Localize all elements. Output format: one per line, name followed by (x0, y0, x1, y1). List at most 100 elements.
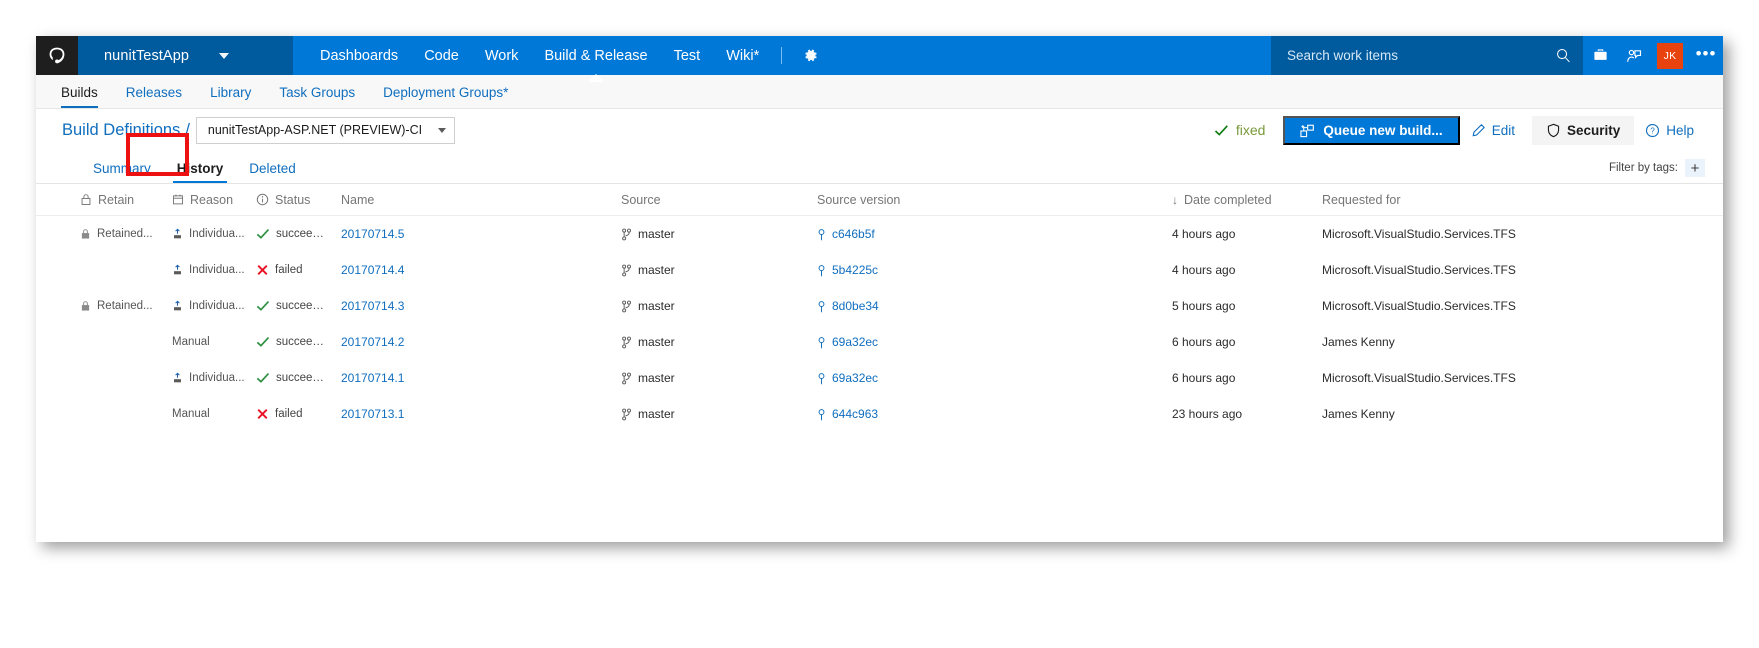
branch-icon (621, 264, 632, 277)
build-name-link[interactable]: 20170714.4 (341, 263, 404, 277)
svg-text:?: ? (1651, 126, 1656, 135)
table-row[interactable]: Manual succee… 20170714.2 master 69a32ec 6 ho… (36, 324, 1723, 360)
column-header-reason[interactable]: Reason (172, 193, 256, 207)
cell-date-completed: 23 hours ago (1172, 407, 1322, 421)
build-definition-picker[interactable]: nunitTestApp-ASP.NET (PREVIEW)-CI (195, 116, 456, 144)
cell-source-version: 69a32ec (817, 335, 1172, 349)
azure-devops-logo-icon (47, 46, 67, 66)
hub-item-deployment-groups[interactable]: Deployment Groups* (369, 85, 522, 108)
nav-item-wiki[interactable]: Wiki* (713, 36, 772, 75)
hub-item-task-groups[interactable]: Task Groups (265, 85, 369, 108)
cell-requested-for: Microsoft.VisualStudio.Services.TFS (1322, 299, 1723, 313)
table-row[interactable]: Individua... failed 20170714.4 master 5b4225… (36, 252, 1723, 288)
table-row[interactable]: Retained... Individua... succee… 20170714.3… (36, 288, 1723, 324)
column-header-source[interactable]: Source (621, 193, 817, 207)
nav-item-build-release[interactable]: Build & Release (531, 36, 660, 75)
commit-link[interactable]: c646b5f (832, 227, 875, 241)
cell-date-completed: 5 hours ago (1172, 299, 1322, 313)
cell-name: 20170714.4 (341, 263, 621, 277)
help-button[interactable]: ? Help (1634, 116, 1705, 145)
avatar[interactable]: JK (1657, 42, 1683, 69)
tab-summary[interactable]: Summary (80, 161, 164, 183)
table-row[interactable]: Retained... Individua... succee… 20170714.5… (36, 216, 1723, 252)
hub-item-builds[interactable]: Builds (53, 85, 112, 108)
cell-name: 20170714.1 (341, 371, 621, 385)
column-header-source-version[interactable]: Source version (817, 193, 1172, 207)
global-navigation-bar: nunitTestApp Dashboards Code Work Build … (36, 36, 1723, 75)
cell-status: failed (256, 264, 341, 276)
requested-for-label: James Kenny (1322, 407, 1395, 421)
build-name-link[interactable]: 20170713.1 (341, 407, 404, 421)
plus-icon[interactable]: + (1685, 159, 1705, 177)
cell-retain: Retained... (80, 300, 172, 312)
security-button[interactable]: Security (1531, 115, 1635, 145)
cell-reason: Individua... (172, 372, 256, 384)
reason-label: Individua... (189, 228, 245, 240)
commit-link[interactable]: 8d0be34 (832, 299, 879, 313)
commit-link[interactable]: 644c963 (832, 407, 878, 421)
hub-item-library[interactable]: Library (196, 85, 265, 108)
build-name-link[interactable]: 20170714.1 (341, 371, 404, 385)
commit-link[interactable]: 69a32ec (832, 371, 878, 385)
settings-button[interactable] (791, 36, 830, 75)
reason-label: Individua... (189, 372, 245, 384)
screenshot-root: nunitTestApp Dashboards Code Work Build … (0, 0, 1759, 648)
commit-link[interactable]: 5b4225c (832, 263, 878, 277)
edit-button[interactable]: Edit (1460, 116, 1526, 145)
upload-ci-icon (172, 300, 183, 312)
column-header-name[interactable]: Name (341, 193, 621, 207)
builds-history-grid: Retain Reason Status Name Source Source … (36, 184, 1723, 432)
feedback-button[interactable] (1617, 36, 1651, 75)
commit-icon (817, 336, 826, 349)
upload-ci-icon (172, 372, 183, 384)
source-branch-label: master (638, 263, 675, 277)
breadcrumb-build-definitions-link[interactable]: Build Definitions (62, 121, 180, 140)
commit-icon (817, 228, 826, 241)
gear-icon (802, 47, 819, 64)
marketplace-button[interactable] (1583, 36, 1617, 75)
branch-icon (621, 228, 632, 241)
azure-devops-logo-button[interactable] (36, 36, 78, 75)
more-options-button[interactable]: ••• (1689, 36, 1723, 75)
nav-item-work[interactable]: Work (472, 36, 532, 75)
commit-icon (817, 300, 826, 313)
reason-label: Individua... (189, 300, 245, 312)
cell-source-version: 69a32ec (817, 371, 1172, 385)
cell-date-completed: 6 hours ago (1172, 335, 1322, 349)
table-row[interactable]: Individua... succee… 20170714.1 master 69a32… (36, 360, 1723, 396)
date-completed-label: 4 hours ago (1172, 263, 1236, 277)
tab-history[interactable]: History (164, 161, 237, 183)
column-header-requested-for[interactable]: Requested for (1322, 193, 1723, 207)
project-selector[interactable]: nunitTestApp (78, 36, 293, 75)
build-name-link[interactable]: 20170714.3 (341, 299, 404, 313)
column-header-retain[interactable]: Retain (80, 193, 172, 207)
date-completed-label: 6 hours ago (1172, 371, 1236, 385)
lock-icon (80, 228, 91, 240)
cell-date-completed: 4 hours ago (1172, 227, 1322, 241)
table-row[interactable]: Manual failed 20170713.1 master 644c963 23 ho… (36, 396, 1723, 432)
search-submit-button[interactable] (1543, 36, 1583, 75)
requested-for-label: Microsoft.VisualStudio.Services.TFS (1322, 371, 1516, 385)
search-box[interactable] (1271, 36, 1543, 75)
date-completed-label: 5 hours ago (1172, 299, 1236, 313)
upload-ci-icon (172, 228, 183, 240)
filter-by-tags: Filter by tags: + (1609, 159, 1705, 177)
build-name-link[interactable]: 20170714.5 (341, 227, 404, 241)
commit-link[interactable]: 69a32ec (832, 335, 878, 349)
status-label: failed (275, 408, 303, 420)
search-input[interactable] (1285, 47, 1543, 64)
queue-new-build-button[interactable]: Queue new build... (1283, 115, 1460, 145)
nav-item-dashboards[interactable]: Dashboards (307, 36, 411, 75)
build-name-link[interactable]: 20170714.2 (341, 335, 404, 349)
pencil-icon (1471, 123, 1486, 138)
column-header-date-completed[interactable]: ↓ Date completed (1172, 193, 1322, 207)
info-circle-icon (256, 193, 269, 206)
hub-item-releases[interactable]: Releases (112, 85, 196, 108)
source-branch-label: master (638, 227, 675, 241)
nav-item-test[interactable]: Test (661, 36, 714, 75)
column-header-status[interactable]: Status (256, 193, 341, 207)
tab-deleted[interactable]: Deleted (236, 161, 309, 183)
cell-reason: Individua... (172, 228, 256, 240)
nav-item-code[interactable]: Code (411, 36, 472, 75)
